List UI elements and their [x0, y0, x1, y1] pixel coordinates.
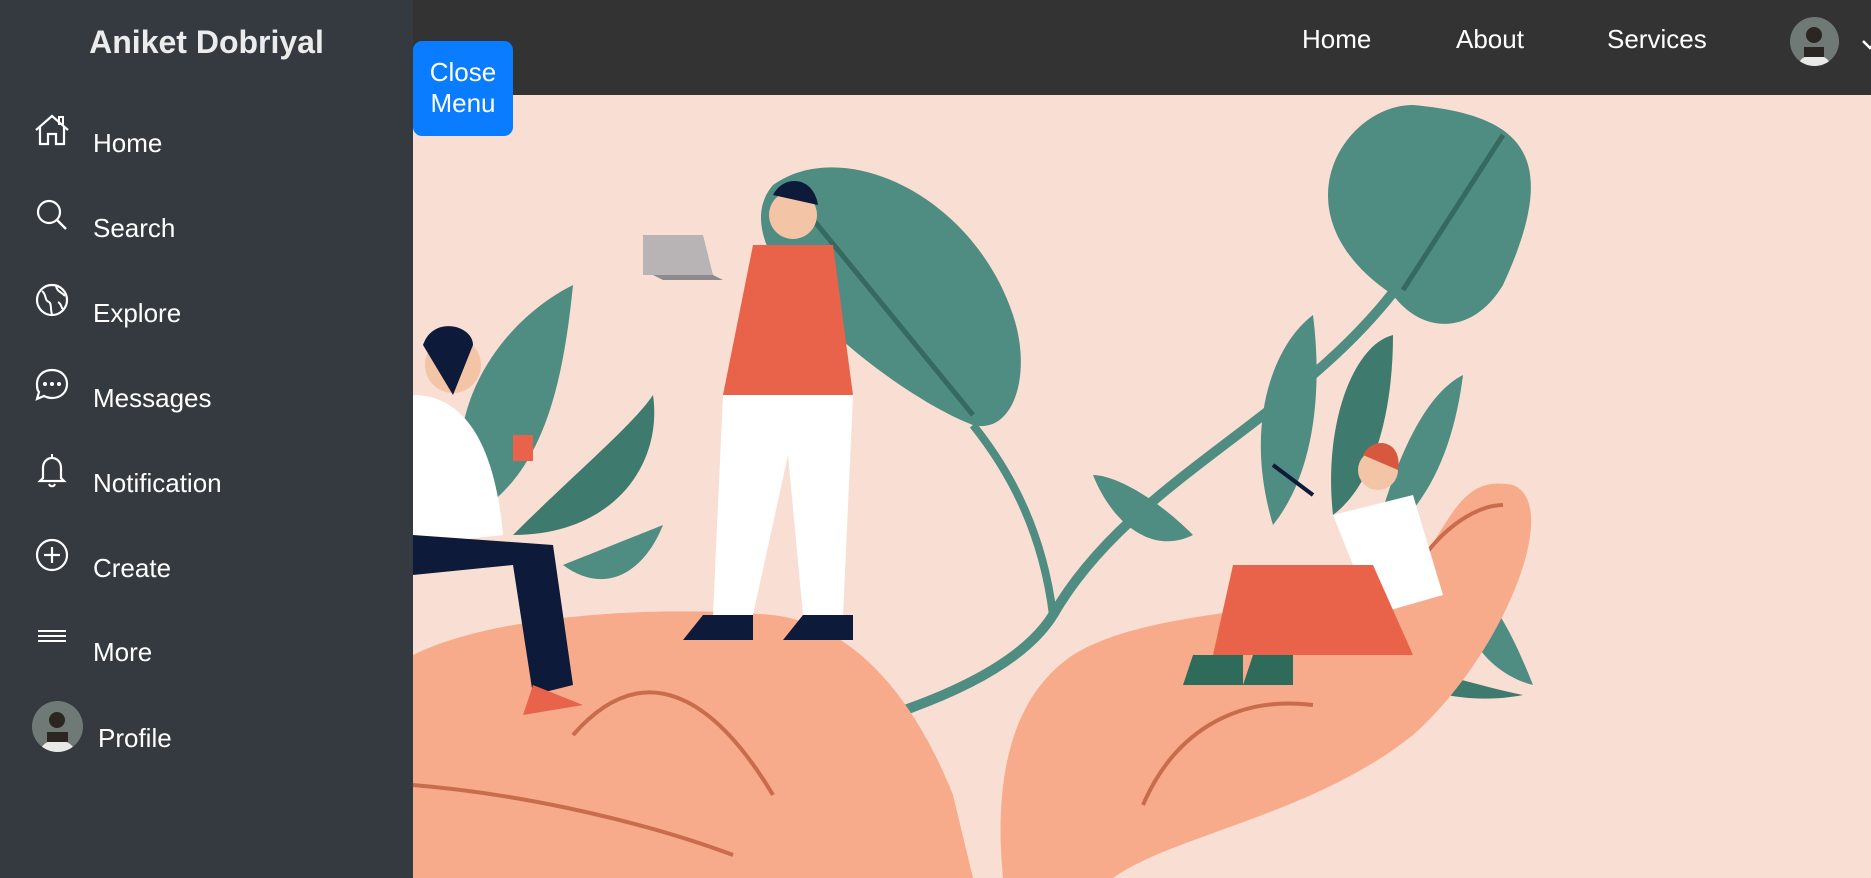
sidebar-item-label: Search — [93, 213, 176, 243]
hero-illustration — [413, 95, 1871, 878]
nav-link-home[interactable]: Home — [1302, 24, 1371, 55]
nav-link-services[interactable]: Services — [1607, 24, 1707, 55]
sidebar-item-more[interactable]: More — [0, 611, 413, 671]
home-icon — [30, 108, 74, 152]
sidebar-item-label: Create — [93, 553, 172, 583]
menu-lines-icon — [30, 617, 74, 661]
avatar — [32, 701, 83, 752]
user-avatar[interactable] — [1790, 17, 1839, 66]
brand-title: Aniket Dobriyal — [89, 24, 324, 60]
search-icon — [30, 193, 74, 237]
sidebar-item-home[interactable]: Home — [0, 102, 413, 162]
sidebar-item-label: Profile — [98, 723, 172, 753]
sidebar-item-label: More — [93, 637, 153, 667]
close-menu-label-line1: Close — [429, 57, 497, 87]
sidebar-item-label: Messages — [93, 383, 212, 413]
globe-icon — [30, 278, 74, 322]
chat-icon — [30, 363, 74, 407]
close-menu-label-line2: Menu — [430, 88, 496, 118]
sidebar-item-messages[interactable]: Messages — [0, 357, 413, 417]
sidebar-item-search[interactable]: Search — [0, 187, 413, 247]
sidebar-item-label: Explore — [93, 298, 182, 328]
sidebar-item-notification[interactable]: Notification — [0, 442, 413, 502]
chevron-down-icon[interactable] — [1860, 34, 1871, 54]
nav-link-about[interactable]: About — [1456, 24, 1524, 55]
plus-circle-icon — [30, 533, 74, 577]
top-navbar: Home About Services — [413, 0, 1871, 95]
close-menu-button[interactable]: Close Menu — [413, 41, 513, 136]
sidebar-item-create[interactable]: Create — [0, 527, 413, 587]
sidebar-item-label: Notification — [93, 468, 222, 498]
sidebar-item-label: Home — [93, 128, 163, 158]
sidebar: Aniket Dobriyal Home Search Explore Mess… — [0, 0, 413, 878]
sidebar-item-profile[interactable]: Profile — [0, 696, 413, 756]
sidebar-item-explore[interactable]: Explore — [0, 272, 413, 332]
bell-icon — [30, 448, 74, 492]
